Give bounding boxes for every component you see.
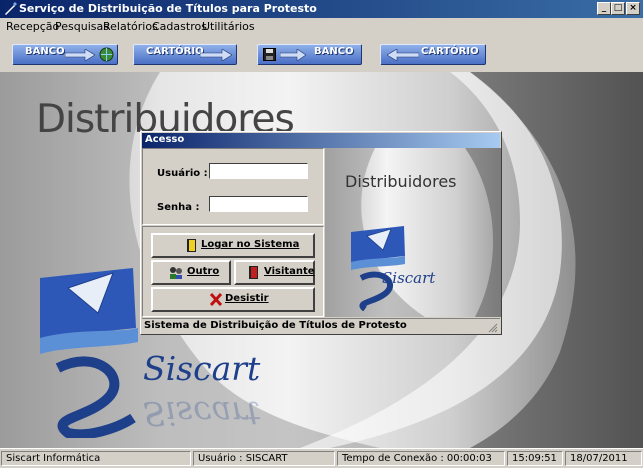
status-time: 15:09:51 (507, 451, 563, 466)
globe-icon (99, 47, 114, 62)
disk-to-banco-button[interactable]: BANCO (257, 44, 362, 65)
exit-door-icon (249, 266, 258, 279)
arrow-right-icon (200, 49, 232, 61)
status-date-text: 18/07/2011 (570, 453, 628, 464)
status-company-text: Siscart Informática (6, 453, 101, 464)
cartorio-label: CARTÓRIO (421, 46, 479, 57)
outro-button[interactable]: Outro (151, 260, 231, 285)
usuario-label: Usuário : (157, 168, 208, 179)
logar-label: Logar no Sistema (201, 239, 300, 250)
desistir-label: Desistir (225, 293, 269, 304)
banco-label: BANCO (25, 46, 65, 57)
cancel-x-icon (210, 293, 222, 306)
toolbar: BANCO CARTÓRIO BANCO CARTÓRIO (0, 35, 643, 73)
menu-pesquisas[interactable]: Pesquisas (55, 20, 109, 33)
banco-label: BANCO (314, 46, 354, 57)
window-title: Serviço de Distribuição de Títulos para … (19, 2, 317, 15)
usuario-input[interactable] (209, 163, 308, 179)
banco-to-globe-button[interactable]: BANCO (12, 44, 118, 65)
menu-recepcao[interactable]: Recepção (6, 20, 59, 33)
menu-bar: Recepção Pesquisas Relatórios Cadastros … (0, 18, 643, 35)
visitante-label: Visitante (264, 266, 315, 277)
cartorio-forward-button[interactable]: CARTÓRIO (133, 44, 237, 65)
arrow-left-icon (387, 49, 419, 61)
door-icon (187, 239, 196, 252)
logar-button[interactable]: Logar no Sistema (151, 233, 315, 258)
splash-brand: Siscart (382, 269, 436, 287)
status-time-text: 15:09:51 (512, 453, 557, 464)
senha-label: Senha : (157, 202, 200, 213)
arrow-right-icon (280, 49, 306, 61)
dialog-titlebar: Acesso (142, 133, 500, 148)
resize-grip-icon[interactable] (487, 322, 498, 333)
floppy-disk-icon (263, 48, 276, 61)
background-brand-reflection: Siscart (143, 394, 261, 433)
menu-relatorios[interactable]: Relatórios (103, 20, 158, 33)
actions-panel: Logar no Sistema Outro Visitante Desisti… (142, 226, 324, 317)
arrow-right-icon (65, 49, 95, 61)
status-user-text: Usuário : SISCART (198, 453, 288, 464)
cartorio-label: CARTÓRIO (146, 46, 204, 57)
menu-cadastros[interactable]: Cadastros (152, 20, 207, 33)
status-company: Siscart Informática (1, 451, 191, 466)
status-user: Usuário : SISCART (193, 451, 335, 466)
cartorio-back-button[interactable]: CARTÓRIO (380, 44, 486, 65)
login-dialog: Acesso Usuário : Senha : Logar no Sistem… (140, 131, 502, 335)
senha-input[interactable] (209, 196, 308, 212)
status-connection-text: Tempo de Conexão : 00:00:03 (342, 453, 492, 464)
dialog-splash-image: Distribuidores Siscart (325, 148, 501, 317)
status-connection: Tempo de Conexão : 00:00:03 (337, 451, 505, 466)
status-date: 18/07/2011 (565, 451, 642, 466)
minimize-button[interactable]: _ (597, 2, 611, 15)
credentials-panel: Usuário : Senha : (142, 148, 324, 225)
maximize-button[interactable]: □ (611, 2, 625, 15)
menu-utilitarios[interactable]: Utilitários (202, 20, 255, 33)
users-icon (170, 267, 182, 279)
desistir-button[interactable]: Desistir (151, 287, 315, 312)
outro-label: Outro (187, 266, 220, 277)
splash-heading: Distribuidores (345, 172, 457, 191)
app-pen-icon (5, 2, 17, 15)
dialog-title: Acesso (145, 134, 185, 145)
background-brand: Siscart (143, 349, 261, 388)
window-titlebar: Serviço de Distribuição de Títulos para … (0, 0, 643, 18)
dialog-status-text: Sistema de Distribuição de Títulos de Pr… (144, 320, 407, 331)
status-bar: Siscart Informática Usuário : SISCART Te… (0, 448, 643, 468)
close-button[interactable]: × (626, 2, 640, 15)
siscart-logo-icon (40, 268, 138, 438)
dialog-status-bar: Sistema de Distribuição de Títulos de Pr… (142, 318, 500, 334)
visitante-button[interactable]: Visitante (234, 260, 315, 285)
